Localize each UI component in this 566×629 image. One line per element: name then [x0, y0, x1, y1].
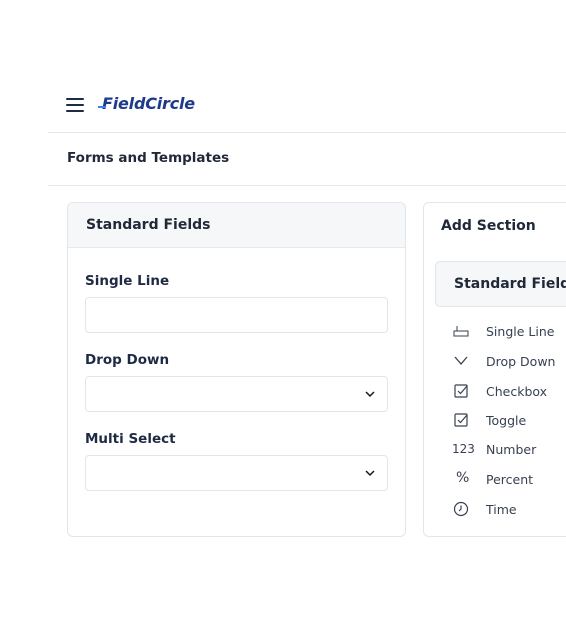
chevron-down-icon — [454, 356, 468, 365]
single-line-icon — [453, 326, 469, 337]
checkbox-icon — [454, 413, 468, 427]
palette-item-checkbox[interactable]: Checkbox — [452, 381, 566, 401]
standard-fields-group-header[interactable]: Standard Fields — [435, 261, 566, 307]
chevron-down-icon — [365, 391, 375, 398]
menu-icon[interactable] — [66, 98, 84, 112]
single-line-input[interactable] — [85, 297, 388, 333]
palette-item-number[interactable]: 123 Number — [452, 439, 566, 459]
number-icon: 123 — [452, 442, 475, 456]
drop-down-label: Drop Down — [85, 352, 170, 368]
single-line-label: Single Line — [85, 273, 170, 289]
drop-down-select[interactable] — [85, 376, 388, 412]
palette-item-time[interactable]: Time — [452, 499, 566, 519]
multi-select-select[interactable] — [85, 455, 388, 491]
palette-item-percent[interactable]: % Percent — [452, 469, 566, 489]
form-preview-card: Standard Fields Single Line Drop Down Mu… — [67, 202, 406, 537]
clock-icon — [453, 501, 469, 517]
add-section-card: Add Section Standard Fields Single Line … — [423, 202, 566, 537]
form-preview-title: Standard Fields — [86, 217, 211, 233]
form-preview-header: Standard Fields — [68, 203, 405, 248]
page-header: Forms and Templates — [48, 133, 566, 186]
page-title: Forms and Templates — [67, 150, 230, 166]
add-section-title: Add Section — [441, 218, 536, 234]
palette-item-single-line[interactable]: Single Line — [452, 321, 566, 341]
palette-item-drop-down[interactable]: Drop Down — [452, 351, 566, 371]
brand-logo[interactable]: FieldCircle — [98, 94, 195, 113]
percent-icon: % — [456, 470, 470, 486]
standard-fields-group-title: Standard Fields — [454, 276, 566, 292]
top-bar: FieldCircle — [48, 88, 566, 133]
checkbox-icon — [454, 384, 468, 398]
multi-select-label: Multi Select — [85, 431, 176, 447]
chevron-down-icon — [365, 470, 375, 477]
palette-item-toggle[interactable]: Toggle — [452, 410, 566, 430]
